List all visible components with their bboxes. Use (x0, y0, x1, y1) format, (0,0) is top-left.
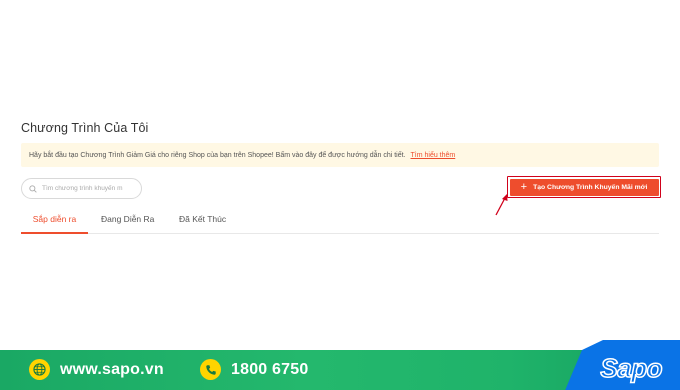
tab-ongoing[interactable]: Đang Diễn Ra (101, 210, 171, 234)
info-banner-text: Hãy bắt đầu tạo Chương Trình Giảm Giá ch… (29, 151, 406, 159)
info-banner: Hãy bắt đầu tạo Chương Trình Giảm Giá ch… (21, 143, 659, 167)
create-promotion-button[interactable]: + Tạo Chương Trình Khuyến Mãi mới (509, 178, 659, 196)
tab-ended[interactable]: Đã Kết Thúc (179, 210, 249, 234)
tab-upcoming[interactable]: Sắp diễn ra (21, 210, 88, 234)
footer-banner: www.sapo.vn 1800 6750 Sapo (0, 340, 680, 390)
learn-more-link[interactable]: Tìm hiểu thêm (411, 152, 456, 159)
phone-icon (200, 359, 221, 380)
footer-website: www.sapo.vn (29, 359, 164, 380)
search-input[interactable] (42, 185, 138, 192)
plus-icon: + (520, 180, 528, 193)
search-icon (29, 184, 37, 193)
website-text: www.sapo.vn (60, 360, 164, 378)
page-title: Chương Trình Của Tôi (21, 121, 149, 135)
tab-bar: Sắp diễn ra Đang Diễn Ra Đã Kết Thúc (21, 210, 659, 234)
create-button-highlight: + Tạo Chương Trình Khuyến Mãi mới (507, 176, 661, 198)
create-promotion-label: Tạo Chương Trình Khuyến Mãi mới (533, 183, 648, 191)
phone-text: 1800 6750 (231, 360, 309, 378)
sapo-logo: Sapo (565, 340, 680, 390)
search-box[interactable] (21, 178, 142, 199)
globe-icon (29, 359, 50, 380)
footer-phone: 1800 6750 (200, 359, 308, 380)
brand-text: Sapo (600, 352, 664, 384)
